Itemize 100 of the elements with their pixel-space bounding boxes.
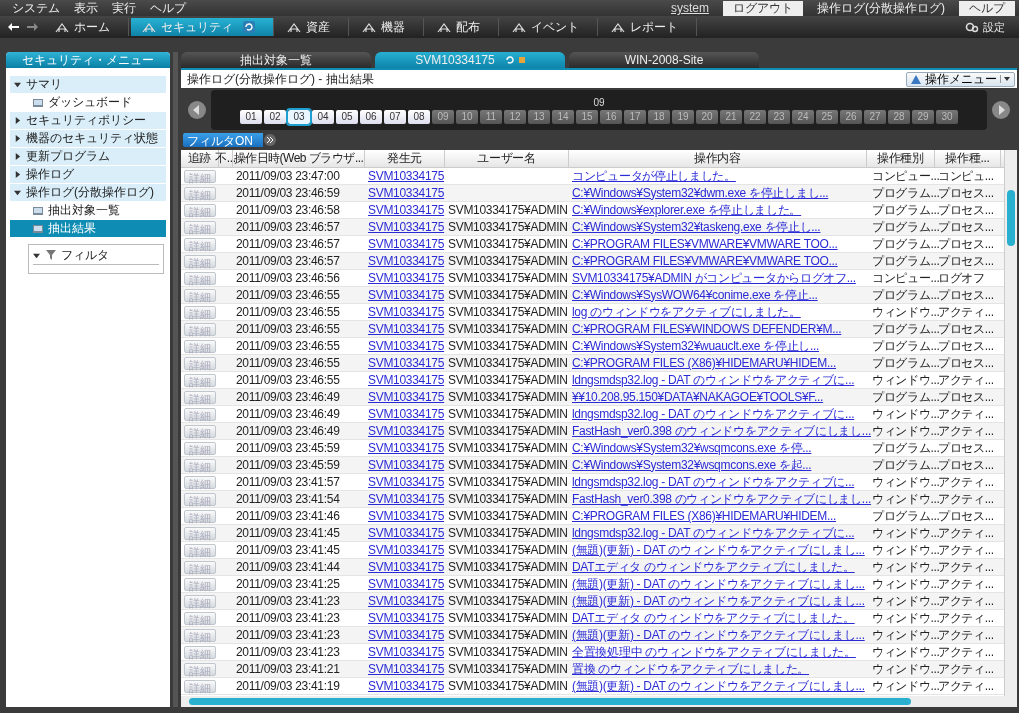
tree-item[interactable]: 抽出結果 bbox=[10, 220, 166, 237]
column-header[interactable]: 操作日時(Web ブラウザ... bbox=[233, 150, 365, 167]
operation-link[interactable]: log のウィンドウをアクティブにしました。 bbox=[572, 303, 801, 321]
vertical-scrollbar[interactable] bbox=[1004, 150, 1017, 696]
source-link[interactable]: SVM10334175 bbox=[368, 458, 445, 472]
toolbar-tab[interactable]: 資産 bbox=[276, 18, 349, 36]
expander-arrow-icon[interactable] bbox=[14, 189, 21, 196]
source-link[interactable]: SVM10334175 bbox=[368, 220, 445, 234]
operation-link[interactable]: 置換 のウィンドウをアクティブにしました。 bbox=[572, 660, 810, 678]
refresh-icon[interactable] bbox=[504, 55, 515, 65]
item-label[interactable]: 抽出対象一覧 bbox=[48, 202, 120, 219]
operation-link[interactable]: C:¥Windows¥System32¥dwm.exe を停止しまし... bbox=[572, 184, 829, 202]
tree-section[interactable]: 操作ログ bbox=[10, 166, 166, 183]
source-link[interactable]: SVM10334175 bbox=[368, 424, 445, 438]
operation-link[interactable]: FastHash_ver0.398 のウィンドウをアクティブにしまし... bbox=[572, 490, 871, 508]
back-icon[interactable] bbox=[8, 21, 20, 33]
column-header[interactable]: ユーザー名 bbox=[445, 150, 569, 167]
source-link[interactable]: SVM10334175 bbox=[368, 254, 445, 268]
day-button[interactable]: 03 bbox=[288, 109, 310, 124]
source-link[interactable]: SVM10334175 bbox=[368, 339, 445, 353]
toolbar-tab[interactable]: イベント bbox=[501, 18, 598, 36]
operation-link[interactable]: C:¥Windows¥explorer.exe を停止しました。 bbox=[572, 201, 802, 219]
item-label[interactable]: ダッシュボード bbox=[48, 94, 132, 111]
operation-link[interactable]: (無題)(更新) - DAT のウィンドウをアクティブにしまし... bbox=[572, 575, 865, 593]
day-button[interactable]: 04 bbox=[312, 109, 334, 124]
operation-link[interactable]: ¥¥10.208.95.150¥DATA¥NAKAGOE¥TOOLS¥F... bbox=[572, 390, 824, 404]
day-button[interactable]: 01 bbox=[240, 109, 262, 124]
tree-item[interactable]: 抽出対象一覧 bbox=[10, 202, 166, 219]
operation-link[interactable]: FastHash_ver0.398 のウィンドウをアクティブにしまし... bbox=[572, 422, 871, 440]
source-link[interactable]: SVM10334175 bbox=[368, 186, 445, 200]
source-link[interactable]: SVM10334175 bbox=[368, 509, 445, 523]
source-link[interactable]: SVM10334175 bbox=[368, 679, 445, 693]
tree-section[interactable]: 機器のセキュリティ状態 bbox=[10, 130, 166, 147]
operation-link[interactable]: (無題)(更新) - DAT のウィンドウをアクティブにしまし... bbox=[572, 626, 865, 644]
operation-link[interactable]: (無題)(更新) - DAT のウィンドウをアクティブにしまし... bbox=[572, 592, 865, 610]
day-button[interactable]: 07 bbox=[384, 109, 406, 124]
column-header[interactable]: 発生元 bbox=[365, 150, 445, 167]
tab[interactable]: WIN-2008-Site bbox=[569, 52, 759, 68]
source-link[interactable]: SVM10334175 bbox=[368, 407, 445, 421]
operation-link[interactable]: DATエディタ のウィンドウをアクティブにしました。 bbox=[572, 558, 855, 576]
settings-button[interactable]: 設定 bbox=[958, 18, 1011, 36]
operation-menu-button[interactable]: 操作メニュー bbox=[906, 71, 1015, 87]
operation-link[interactable]: C:¥PROGRAM FILES (X86)¥HIDEMARU¥HIDEM... bbox=[572, 509, 837, 523]
operation-link[interactable]: ldngsmdsp32.log - DAT のウィンドウをアクティブに... bbox=[572, 473, 855, 491]
section-label[interactable]: 更新プログラム bbox=[26, 148, 110, 165]
operation-link[interactable]: C:¥Windows¥System32¥taskeng.exe を停止し... bbox=[572, 218, 821, 236]
column-header[interactable]: 操作種別 bbox=[867, 150, 935, 167]
tree-section[interactable]: 操作ログ(分散操作ログ) bbox=[10, 184, 166, 201]
operation-link[interactable]: C:¥Windows¥System32¥wuauclt.exe を停止し... bbox=[572, 337, 820, 355]
toolbar-tab[interactable]: 配布 bbox=[426, 18, 499, 36]
source-link[interactable]: SVM10334175 bbox=[368, 441, 445, 455]
toolbar-tab[interactable]: 機器 bbox=[351, 18, 424, 36]
tree-section[interactable]: 更新プログラム bbox=[10, 148, 166, 165]
source-link[interactable]: SVM10334175 bbox=[368, 356, 445, 370]
source-link[interactable]: SVM10334175 bbox=[368, 611, 445, 625]
forward-icon[interactable] bbox=[26, 21, 38, 33]
operation-link[interactable]: (無題)(更新) - DAT のウィンドウをアクティブにしまし... bbox=[572, 541, 865, 559]
caret-icon[interactable] bbox=[1000, 75, 1011, 83]
section-label[interactable]: 操作ログ bbox=[26, 166, 74, 183]
source-link[interactable]: SVM10334175 bbox=[368, 526, 445, 540]
section-label[interactable]: サマリ bbox=[26, 76, 62, 93]
tree-item[interactable]: ダッシュボード bbox=[10, 94, 166, 111]
day-button[interactable]: 08 bbox=[408, 109, 430, 124]
expander-arrow-icon[interactable] bbox=[14, 153, 21, 160]
source-link[interactable]: SVM10334175 bbox=[368, 560, 445, 574]
expander-arrow-icon[interactable] bbox=[33, 251, 40, 259]
source-link[interactable]: SVM10334175 bbox=[368, 628, 445, 642]
section-label[interactable]: 機器のセキュリティ状態 bbox=[26, 130, 158, 147]
horizontal-scrollbar[interactable] bbox=[181, 696, 1017, 707]
tree-section[interactable]: サマリ bbox=[10, 76, 166, 93]
operation-link[interactable]: ldngsmdsp32.log - DAT のウィンドウをアクティブに... bbox=[572, 371, 855, 389]
source-link[interactable]: SVM10334175 bbox=[368, 203, 445, 217]
source-link[interactable]: SVM10334175 bbox=[368, 288, 445, 302]
operation-link[interactable]: C:¥PROGRAM FILES¥VMWARE¥VMWARE TOO... bbox=[572, 254, 838, 268]
source-link[interactable]: SVM10334175 bbox=[368, 594, 445, 608]
source-link[interactable]: SVM10334175 bbox=[368, 237, 445, 251]
source-link[interactable]: SVM10334175 bbox=[368, 577, 445, 591]
day-button[interactable]: 06 bbox=[360, 109, 382, 124]
source-link[interactable]: SVM10334175 bbox=[368, 492, 445, 506]
expander-arrow-icon[interactable] bbox=[14, 171, 21, 178]
operation-link[interactable]: C:¥PROGRAM FILES¥WINDOWS DEFENDER¥M... bbox=[572, 322, 842, 336]
menu-item[interactable]: システム bbox=[12, 0, 60, 17]
source-link[interactable]: SVM10334175 bbox=[368, 169, 445, 183]
expander-arrow-icon[interactable] bbox=[14, 135, 21, 142]
day-button[interactable]: 05 bbox=[336, 109, 358, 124]
source-link[interactable]: SVM10334175 bbox=[368, 475, 445, 489]
user-link[interactable]: system bbox=[671, 1, 709, 15]
operation-link[interactable]: SVM10334175¥ADMIN がコンピュータからログオフ... bbox=[572, 269, 856, 287]
source-link[interactable]: SVM10334175 bbox=[368, 543, 445, 557]
day-button[interactable]: 02 bbox=[264, 109, 286, 124]
operation-link[interactable]: DATエディタ のウィンドウをアクティブにしました。 bbox=[572, 609, 855, 627]
section-label[interactable]: 操作ログ(分散操作ログ) bbox=[26, 184, 154, 201]
menu-item[interactable]: 表示 bbox=[74, 0, 98, 17]
tree-section[interactable]: セキュリティポリシー bbox=[10, 112, 166, 129]
operation-link[interactable]: C:¥Windows¥SysWOW64¥conime.exe を停止... bbox=[572, 286, 818, 304]
expander-arrow-icon[interactable] bbox=[14, 117, 21, 124]
filter-on-button[interactable]: フィルタON bbox=[183, 133, 263, 147]
expand-icon[interactable] bbox=[263, 134, 277, 146]
logout-button[interactable]: ログアウト bbox=[723, 0, 803, 16]
splitter-handle[interactable] bbox=[173, 52, 178, 707]
